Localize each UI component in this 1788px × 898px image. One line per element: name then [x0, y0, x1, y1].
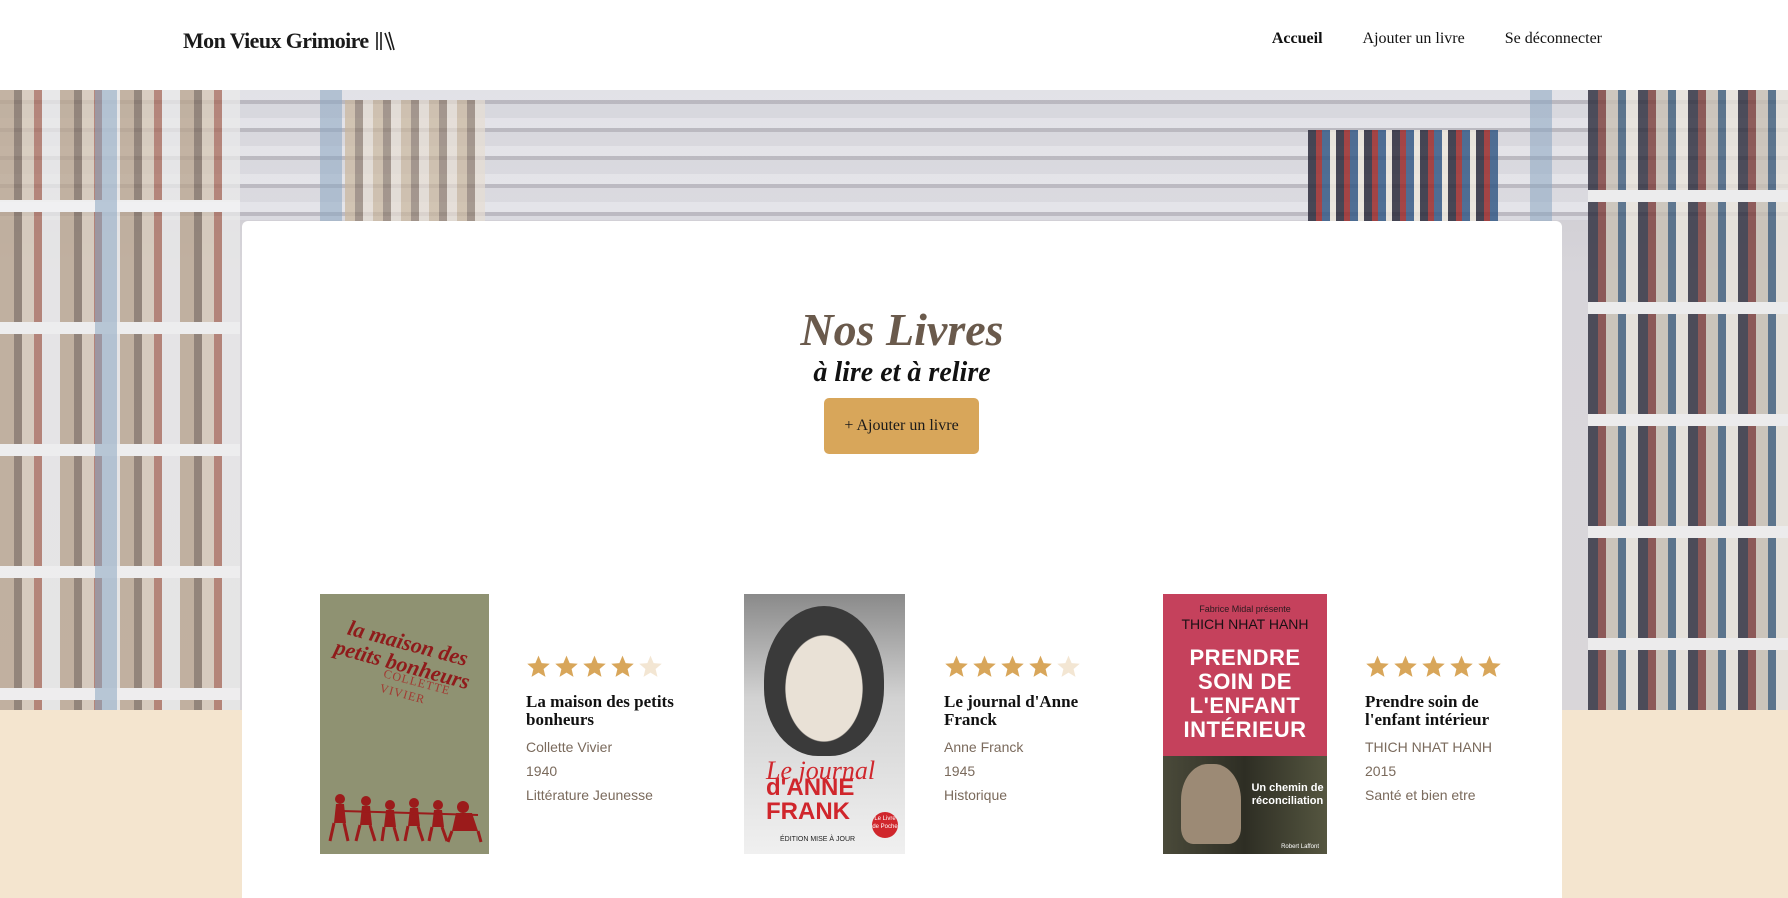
book-genre: Santé et bien etre [1365, 787, 1476, 803]
book-year: 2015 [1365, 763, 1397, 779]
nav-item-ajouter-livre[interactable]: Ajouter un livre [1363, 30, 1465, 48]
cover-main-title: PRENDRE SOIN DE L'ENFANT INTÉRIEUR [1183, 645, 1307, 742]
book-year: 1940 [526, 763, 558, 779]
nav-item-accueil[interactable]: Accueil [1272, 30, 1323, 48]
bookshelf-right [1588, 90, 1788, 710]
main-nav: Accueil Ajouter un livre Se déconnecter [1272, 30, 1602, 48]
books-panel: Nos Livres à lire et à relire + Ajouter … [242, 221, 1562, 898]
rating-stars [944, 654, 1094, 679]
cover-presents-text: Fabrice Midal présente [1199, 604, 1291, 614]
page-title: Nos Livres [800, 304, 1004, 355]
book-info: Le journal d'Anne Franck Anne Franck 194… [944, 654, 1094, 807]
star-filled-icon [1029, 655, 1052, 677]
book-year: 1945 [944, 763, 976, 779]
shelf-pillar [95, 90, 117, 710]
book-cover-image[interactable]: Le journal d'ANNE FRANK ÉDITION MISE À J… [744, 594, 905, 854]
book-cover-image[interactable]: la maison des petits bonheurs COLLETTE V… [320, 594, 489, 854]
hero-ceiling [0, 90, 1788, 220]
book-author: THICH NHAT HANH [1365, 739, 1493, 755]
bookshelf-left [0, 90, 240, 710]
logo-text: Mon Vieux Grimoire [183, 28, 369, 53]
rating-stars [1365, 654, 1515, 679]
book-title[interactable]: La maison des petits bonheurs [526, 693, 676, 729]
add-book-button[interactable]: + Ajouter un livre [824, 398, 979, 454]
book-genre: Historique [944, 787, 1008, 803]
books-icon [375, 31, 395, 51]
dancing-children-illustration [328, 794, 483, 843]
star-filled-icon [1366, 655, 1389, 677]
star-filled-icon [611, 655, 634, 677]
book-card[interactable]: Le journal d'ANNE FRANK ÉDITION MISE À J… [744, 594, 1084, 856]
star-filled-icon [527, 655, 550, 677]
book-info: Prendre soin de l'enfant intérieur THICH… [1365, 654, 1515, 807]
star-filled-icon [1422, 655, 1445, 677]
cover-publisher: Robert Laffont [1281, 844, 1319, 850]
book-card[interactable]: la maison des petits bonheurs COLLETTE V… [320, 594, 674, 856]
book-genre: Littérature Jeunesse [526, 787, 653, 803]
book-title[interactable]: Le journal d'Anne Franck [944, 693, 1094, 729]
site-header: Mon Vieux Grimoire Accueil Ajouter un li… [0, 0, 1788, 90]
cover-portrait [764, 606, 884, 756]
star-filled-icon [1394, 655, 1417, 677]
rating-stars [526, 654, 676, 679]
cover-portrait [1181, 764, 1241, 844]
cover-subtitle: Un chemin de réconciliation [1251, 782, 1324, 807]
publisher-seal: Le Livre de Poche [872, 812, 898, 838]
star-filled-icon [583, 655, 606, 677]
book-title[interactable]: Prendre soin de l'enfant intérieur [1365, 693, 1515, 729]
star-filled-icon [973, 655, 996, 677]
star-filled-icon [1001, 655, 1024, 677]
star-filled-icon [945, 655, 968, 677]
star-filled-icon [1478, 655, 1501, 677]
nav-item-se-deconnecter[interactable]: Se déconnecter [1505, 30, 1602, 48]
cover-edition-text: ÉDITION MISE À JOUR [780, 836, 856, 843]
book-info: La maison des petits bonheurs Collette V… [526, 654, 676, 807]
book-cover-image[interactable]: Fabrice Midal présente THICH NHAT HANH P… [1163, 594, 1327, 854]
page-subtitle: à lire et à relire [813, 357, 991, 388]
book-card[interactable]: Fabrice Midal présente THICH NHAT HANH P… [1163, 594, 1503, 856]
site-logo[interactable]: Mon Vieux Grimoire [183, 28, 395, 54]
book-author: Anne Franck [944, 739, 1024, 755]
star-empty-icon [1057, 655, 1080, 677]
star-empty-icon [639, 655, 662, 677]
star-filled-icon [555, 655, 578, 677]
book-author: Collette Vivier [526, 739, 613, 755]
star-filled-icon [1450, 655, 1473, 677]
cover-author-text: THICH NHAT HANH [1181, 616, 1309, 632]
